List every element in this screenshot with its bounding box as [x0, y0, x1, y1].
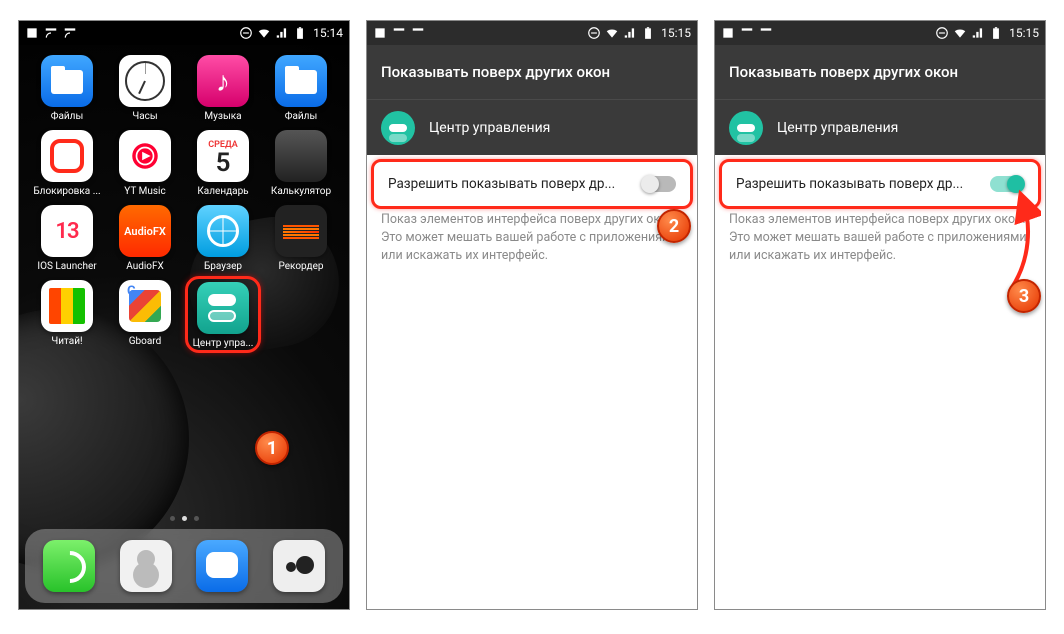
cast2-icon: [411, 26, 425, 40]
notif-icon: [25, 26, 39, 40]
status-bar: 15:15: [367, 21, 697, 45]
app-control-center[interactable]: Центр упра...: [185, 276, 261, 353]
browser-icon: [197, 205, 249, 257]
calculator-icon: [275, 130, 327, 182]
app-files-2[interactable]: Файлы: [263, 55, 339, 122]
notif-icon: [373, 26, 387, 40]
phone-settings-off: 15:15 Показывать поверх других окон Цент…: [366, 20, 698, 610]
app-browser[interactable]: Браузер: [185, 205, 261, 272]
dock: [25, 529, 343, 603]
app-ioslauncher[interactable]: 13IOS Launcher: [29, 205, 105, 272]
music-icon: [197, 55, 249, 107]
lock-icon: [41, 130, 93, 182]
dock-camera[interactable]: [273, 540, 325, 592]
phone-settings-on: 15:15 Показывать поверх других окон Цент…: [714, 20, 1046, 610]
wifi-icon: [605, 26, 619, 40]
cast2-icon: [759, 26, 773, 40]
app-calendar[interactable]: СРЕДА5Календарь: [185, 130, 261, 197]
app-gboard[interactable]: Gboard: [107, 280, 183, 350]
cast-icon: [44, 26, 58, 40]
step-badge-2: 2: [657, 209, 691, 243]
notif-icon: [721, 26, 735, 40]
dock-contacts[interactable]: [120, 540, 172, 592]
status-time: 15:14: [311, 26, 343, 40]
settings-app-name: Центр управления: [429, 120, 550, 136]
settings-app-row: Центр управления: [715, 99, 1045, 155]
step-badge-1: 1: [255, 431, 289, 465]
permission-toggle-off[interactable]: [642, 176, 676, 192]
status-time: 15:15: [659, 26, 691, 40]
wifi-icon: [257, 26, 271, 40]
control-center-icon: [197, 282, 249, 334]
app-grid: Файлы Часы Музыка Файлы Блокировка ... Y…: [19, 45, 349, 356]
status-bar: 15:15: [715, 21, 1045, 45]
status-bar: 15:14: [19, 21, 349, 45]
highlight-permission-row: Разрешить показывать поверх др...: [371, 159, 693, 209]
audiofx-icon: AudioFX: [119, 205, 171, 257]
settings-title: Показывать поверх других окон: [715, 45, 1045, 99]
app-files[interactable]: Файлы: [29, 55, 105, 122]
cast-icon: [740, 26, 754, 40]
battery-icon: [293, 26, 307, 40]
battery-icon: [641, 26, 655, 40]
gboard-icon: [119, 280, 171, 332]
cast2-icon: [63, 26, 77, 40]
dock-messages[interactable]: [196, 540, 248, 592]
dnd-icon: [935, 26, 949, 40]
signal-icon: [275, 26, 289, 40]
page-indicator: [19, 516, 349, 521]
app-badge-icon: [729, 111, 763, 145]
folder-icon: [41, 55, 93, 107]
app-audiofx[interactable]: AudioFXAudioFX: [107, 205, 183, 272]
signal-icon: [623, 26, 637, 40]
permission-label: Разрешить показывать поверх др...: [388, 176, 632, 192]
permission-label: Разрешить показывать поверх др...: [736, 176, 980, 192]
app-calculator[interactable]: Калькулятор: [263, 130, 339, 197]
permission-toggle-on[interactable]: [990, 176, 1024, 192]
permission-row[interactable]: Разрешить показывать поверх др...: [722, 162, 1038, 206]
ytmusic-icon: [119, 130, 171, 182]
cast-icon: [392, 26, 406, 40]
settings-title: Показывать поверх других окон: [367, 45, 697, 99]
permission-description: Показ элементов интерфейса поверх других…: [715, 209, 1045, 265]
app-music[interactable]: Музыка: [185, 55, 261, 122]
dock-phone[interactable]: [43, 540, 95, 592]
app-clock[interactable]: Часы: [107, 55, 183, 122]
phone-home: 15:14 Файлы Часы Музыка Файлы Блокировка…: [18, 20, 350, 610]
permission-description: Показ элементов интерфейса поверх других…: [367, 209, 697, 265]
permission-row[interactable]: Разрешить показывать поверх др...: [374, 162, 690, 206]
settings-app-row: Центр управления: [367, 99, 697, 155]
wifi-icon: [953, 26, 967, 40]
app-recorder[interactable]: Рекордер: [263, 205, 339, 272]
status-time: 15:15: [1007, 26, 1039, 40]
folder-icon: [275, 55, 327, 107]
clock-icon: [119, 55, 171, 107]
app-ytmusic[interactable]: YT Music: [107, 130, 183, 197]
dnd-icon: [587, 26, 601, 40]
battery-icon: [989, 26, 1003, 40]
signal-icon: [971, 26, 985, 40]
app-read[interactable]: Читай!: [29, 280, 105, 350]
settings-app-name: Центр управления: [777, 120, 898, 136]
app-badge-icon: [381, 111, 415, 145]
ios13-icon: 13: [41, 205, 93, 257]
app-lock[interactable]: Блокировка ...: [29, 130, 105, 197]
read-icon: [41, 280, 93, 332]
dnd-icon: [239, 26, 253, 40]
calendar-icon: СРЕДА5: [197, 130, 249, 182]
highlight-permission-row: Разрешить показывать поверх др...: [719, 159, 1041, 209]
step-badge-3: 3: [1007, 279, 1041, 313]
recorder-icon: [275, 205, 327, 257]
